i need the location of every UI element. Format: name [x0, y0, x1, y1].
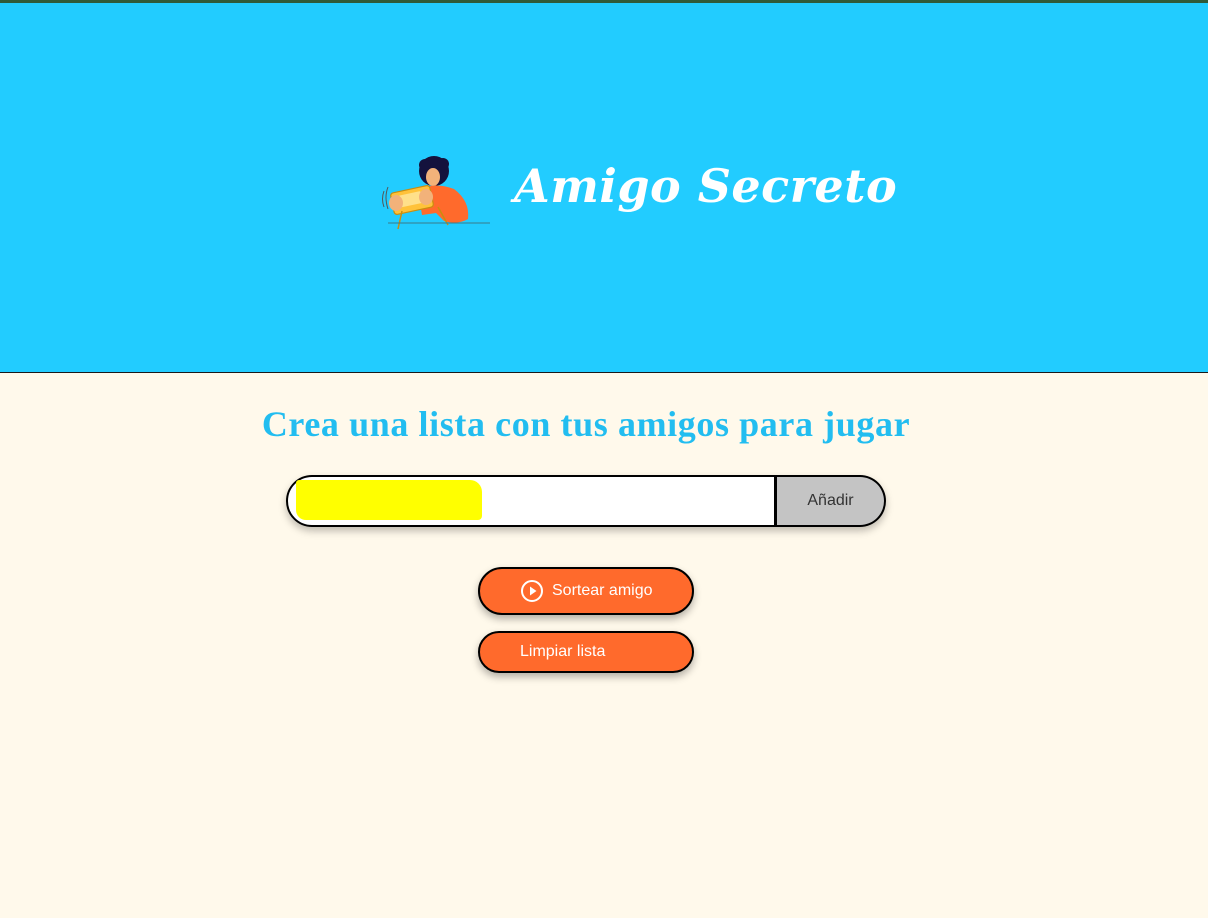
clear-list-label: Limpiar lista — [520, 643, 606, 660]
person-playing-handheld-icon — [382, 156, 490, 230]
app-title: Amigo Secreto — [514, 159, 898, 213]
play-circle-icon — [521, 580, 543, 602]
add-friend-form: Añadir — [286, 475, 886, 527]
draw-friend-label: Sortear amigo — [552, 582, 653, 599]
main-content: Crea una lista con tus amigos para jugar… — [0, 373, 1208, 918]
header-banner: Amigo Secreto — [0, 3, 1208, 373]
clear-list-button[interactable]: Limpiar lista — [478, 631, 694, 673]
add-button[interactable]: Añadir — [774, 475, 886, 527]
friend-name-input[interactable] — [286, 475, 777, 527]
section-subtitle: Crea una lista con tus amigos para jugar — [261, 404, 911, 444]
draw-friend-button[interactable]: Sortear amigo — [478, 567, 694, 615]
